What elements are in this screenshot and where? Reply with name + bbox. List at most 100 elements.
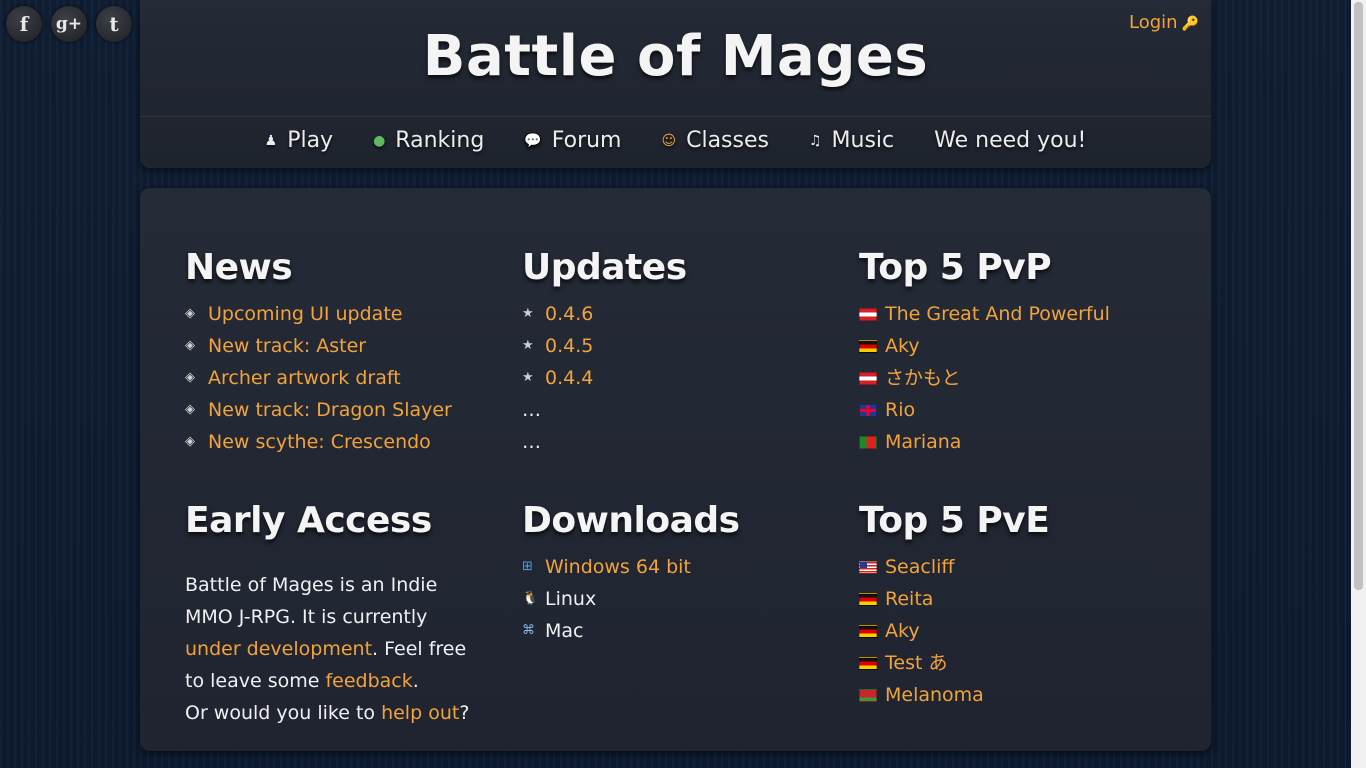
pve-item: Seacliff bbox=[859, 551, 1169, 583]
nav-label: Ranking bbox=[395, 128, 485, 153]
pve-item: Reita bbox=[859, 583, 1169, 615]
news-item: ◈ New track: Dragon Slayer bbox=[185, 394, 495, 426]
flag-portugal-icon bbox=[859, 435, 877, 449]
updates-heading: Updates bbox=[522, 247, 687, 288]
flag-austria-icon bbox=[859, 371, 877, 385]
star-icon: ★ bbox=[522, 306, 534, 321]
news-item: ◈ New track: Aster bbox=[185, 330, 495, 362]
player-link[interactable]: Reita bbox=[885, 583, 933, 615]
updates-section: Updates ★ 0.4.6 ★ 0.4.5 ★ 0.4.4 … … bbox=[522, 242, 832, 458]
pvp-item: さかもと bbox=[859, 362, 1169, 394]
google-plus-icon[interactable]: g+ bbox=[51, 6, 87, 42]
flag-uk-icon bbox=[859, 403, 877, 417]
flag-germany-icon bbox=[859, 592, 877, 606]
header-divider bbox=[140, 116, 1211, 117]
player-link[interactable]: The Great And Powerful bbox=[885, 298, 1110, 330]
flag-austria-icon bbox=[859, 307, 877, 321]
update-link[interactable]: 0.4.5 bbox=[545, 330, 593, 362]
early-access-heading: Early Access bbox=[185, 500, 432, 541]
tag-icon: ◈ bbox=[185, 434, 195, 449]
news-item: ◈ Upcoming UI update bbox=[185, 298, 495, 330]
player-link[interactable]: Mariana bbox=[885, 426, 961, 458]
site-header: Login 🔑 Battle of Mages ♟ Play ● Ranking … bbox=[140, 0, 1211, 168]
update-item: ★ 0.4.5 bbox=[522, 330, 832, 362]
windows-icon: ⊞ bbox=[522, 559, 533, 574]
star-icon: ★ bbox=[522, 338, 534, 353]
pve-item: Melanoma bbox=[859, 679, 1169, 711]
under-development-link[interactable]: under development bbox=[185, 638, 372, 660]
site-title: Battle of Mages bbox=[422, 24, 929, 89]
facebook-icon[interactable]: f bbox=[6, 6, 42, 42]
scrollbar-thumb[interactable] bbox=[1354, 2, 1363, 590]
news-link[interactable]: New scythe: Crescendo bbox=[208, 426, 431, 458]
player-link[interactable]: Test あ bbox=[885, 647, 947, 679]
download-windows-link[interactable]: Windows 64 bit bbox=[545, 551, 691, 583]
download-item: ⌘ Mac bbox=[522, 615, 832, 647]
mac-icon: ⌘ bbox=[522, 623, 535, 638]
news-item: ◈ New scythe: Crescendo bbox=[185, 426, 495, 458]
downloads-section: Downloads ⊞ Windows 64 bit 🐧 Linux ⌘ Mac bbox=[522, 495, 832, 647]
download-item: ⊞ Windows 64 bit bbox=[522, 551, 832, 583]
flag-germany-icon bbox=[859, 656, 877, 670]
player-link[interactable]: さかもと bbox=[885, 362, 961, 394]
update-item: ★ 0.4.6 bbox=[522, 298, 832, 330]
player-link[interactable]: Melanoma bbox=[885, 679, 984, 711]
nav-play[interactable]: ♟ Play bbox=[265, 128, 333, 153]
player-link[interactable]: Seacliff bbox=[885, 551, 955, 583]
play-icon: ♟ bbox=[264, 132, 278, 149]
update-link[interactable]: 0.4.4 bbox=[545, 362, 593, 394]
help-out-link[interactable]: help out bbox=[381, 702, 459, 724]
download-item: 🐧 Linux bbox=[522, 583, 832, 615]
tag-icon: ◈ bbox=[185, 370, 195, 385]
flag-usa-icon bbox=[859, 560, 877, 574]
social-links: f g+ t bbox=[6, 6, 132, 42]
chat-icon: 💬 bbox=[524, 132, 542, 149]
flag-germany-icon bbox=[859, 339, 877, 353]
star-icon: ★ bbox=[522, 370, 534, 385]
update-more: … bbox=[522, 399, 541, 421]
linux-icon: 🐧 bbox=[522, 591, 539, 606]
nav-music[interactable]: ♫ Music bbox=[809, 128, 894, 153]
news-link[interactable]: New track: Dragon Slayer bbox=[208, 394, 452, 426]
update-link[interactable]: 0.4.6 bbox=[545, 298, 593, 330]
pve-heading: Top 5 PvE bbox=[859, 500, 1050, 541]
player-link[interactable]: Aky bbox=[885, 615, 920, 647]
news-heading: News bbox=[185, 247, 293, 288]
pve-item: Aky bbox=[859, 615, 1169, 647]
nav-label: Music bbox=[831, 128, 895, 153]
pvp-section: Top 5 PvP The Great And Powerful Aky さかも… bbox=[859, 242, 1169, 458]
download-mac-label: Mac bbox=[545, 620, 584, 642]
users-icon: ☺ bbox=[661, 132, 677, 149]
downloads-heading: Downloads bbox=[522, 500, 740, 541]
twitter-icon[interactable]: t bbox=[96, 6, 132, 42]
feedback-link[interactable]: feedback bbox=[325, 670, 412, 692]
early-access-section: Early Access Battle of Mages is an Indie… bbox=[185, 495, 495, 729]
nav-classes[interactable]: ☺ Classes bbox=[661, 128, 769, 153]
pvp-item: Aky bbox=[859, 330, 1169, 362]
page-scrollbar[interactable] bbox=[1351, 0, 1366, 768]
news-link[interactable]: Upcoming UI update bbox=[208, 298, 402, 330]
nav-label: Forum bbox=[551, 128, 622, 153]
pve-item: Test あ bbox=[859, 647, 1169, 679]
tag-icon: ◈ bbox=[185, 306, 195, 321]
news-link[interactable]: Archer artwork draft bbox=[208, 362, 401, 394]
early-access-text: Battle of Mages is an Indie MMO J-RPG. I… bbox=[185, 574, 470, 724]
globe-icon: ● bbox=[373, 132, 386, 149]
pvp-item: Mariana bbox=[859, 426, 1169, 458]
flag-germany-icon bbox=[859, 624, 877, 638]
player-link[interactable]: Aky bbox=[885, 330, 920, 362]
news-section: News ◈ Upcoming UI update ◈ New track: Ast… bbox=[185, 242, 495, 458]
pvp-item: The Great And Powerful bbox=[859, 298, 1169, 330]
nav-we-need-you[interactable]: We need you! bbox=[934, 128, 1086, 153]
news-link[interactable]: New track: Aster bbox=[208, 330, 366, 362]
pvp-item: Rio bbox=[859, 394, 1169, 426]
nav-label: We need you! bbox=[934, 128, 1087, 153]
nav-forum[interactable]: 💬 Forum bbox=[524, 128, 621, 153]
nav-label: Play bbox=[287, 128, 334, 153]
flag-belarus-icon bbox=[859, 688, 877, 702]
nav-ranking[interactable]: ● Ranking bbox=[373, 128, 484, 153]
download-linux-label: Linux bbox=[545, 588, 597, 610]
pve-section: Top 5 PvE Seacliff Reita Aky Test あ Mela… bbox=[859, 495, 1169, 711]
player-link[interactable]: Rio bbox=[885, 394, 915, 426]
update-item: ★ 0.4.4 bbox=[522, 362, 832, 394]
